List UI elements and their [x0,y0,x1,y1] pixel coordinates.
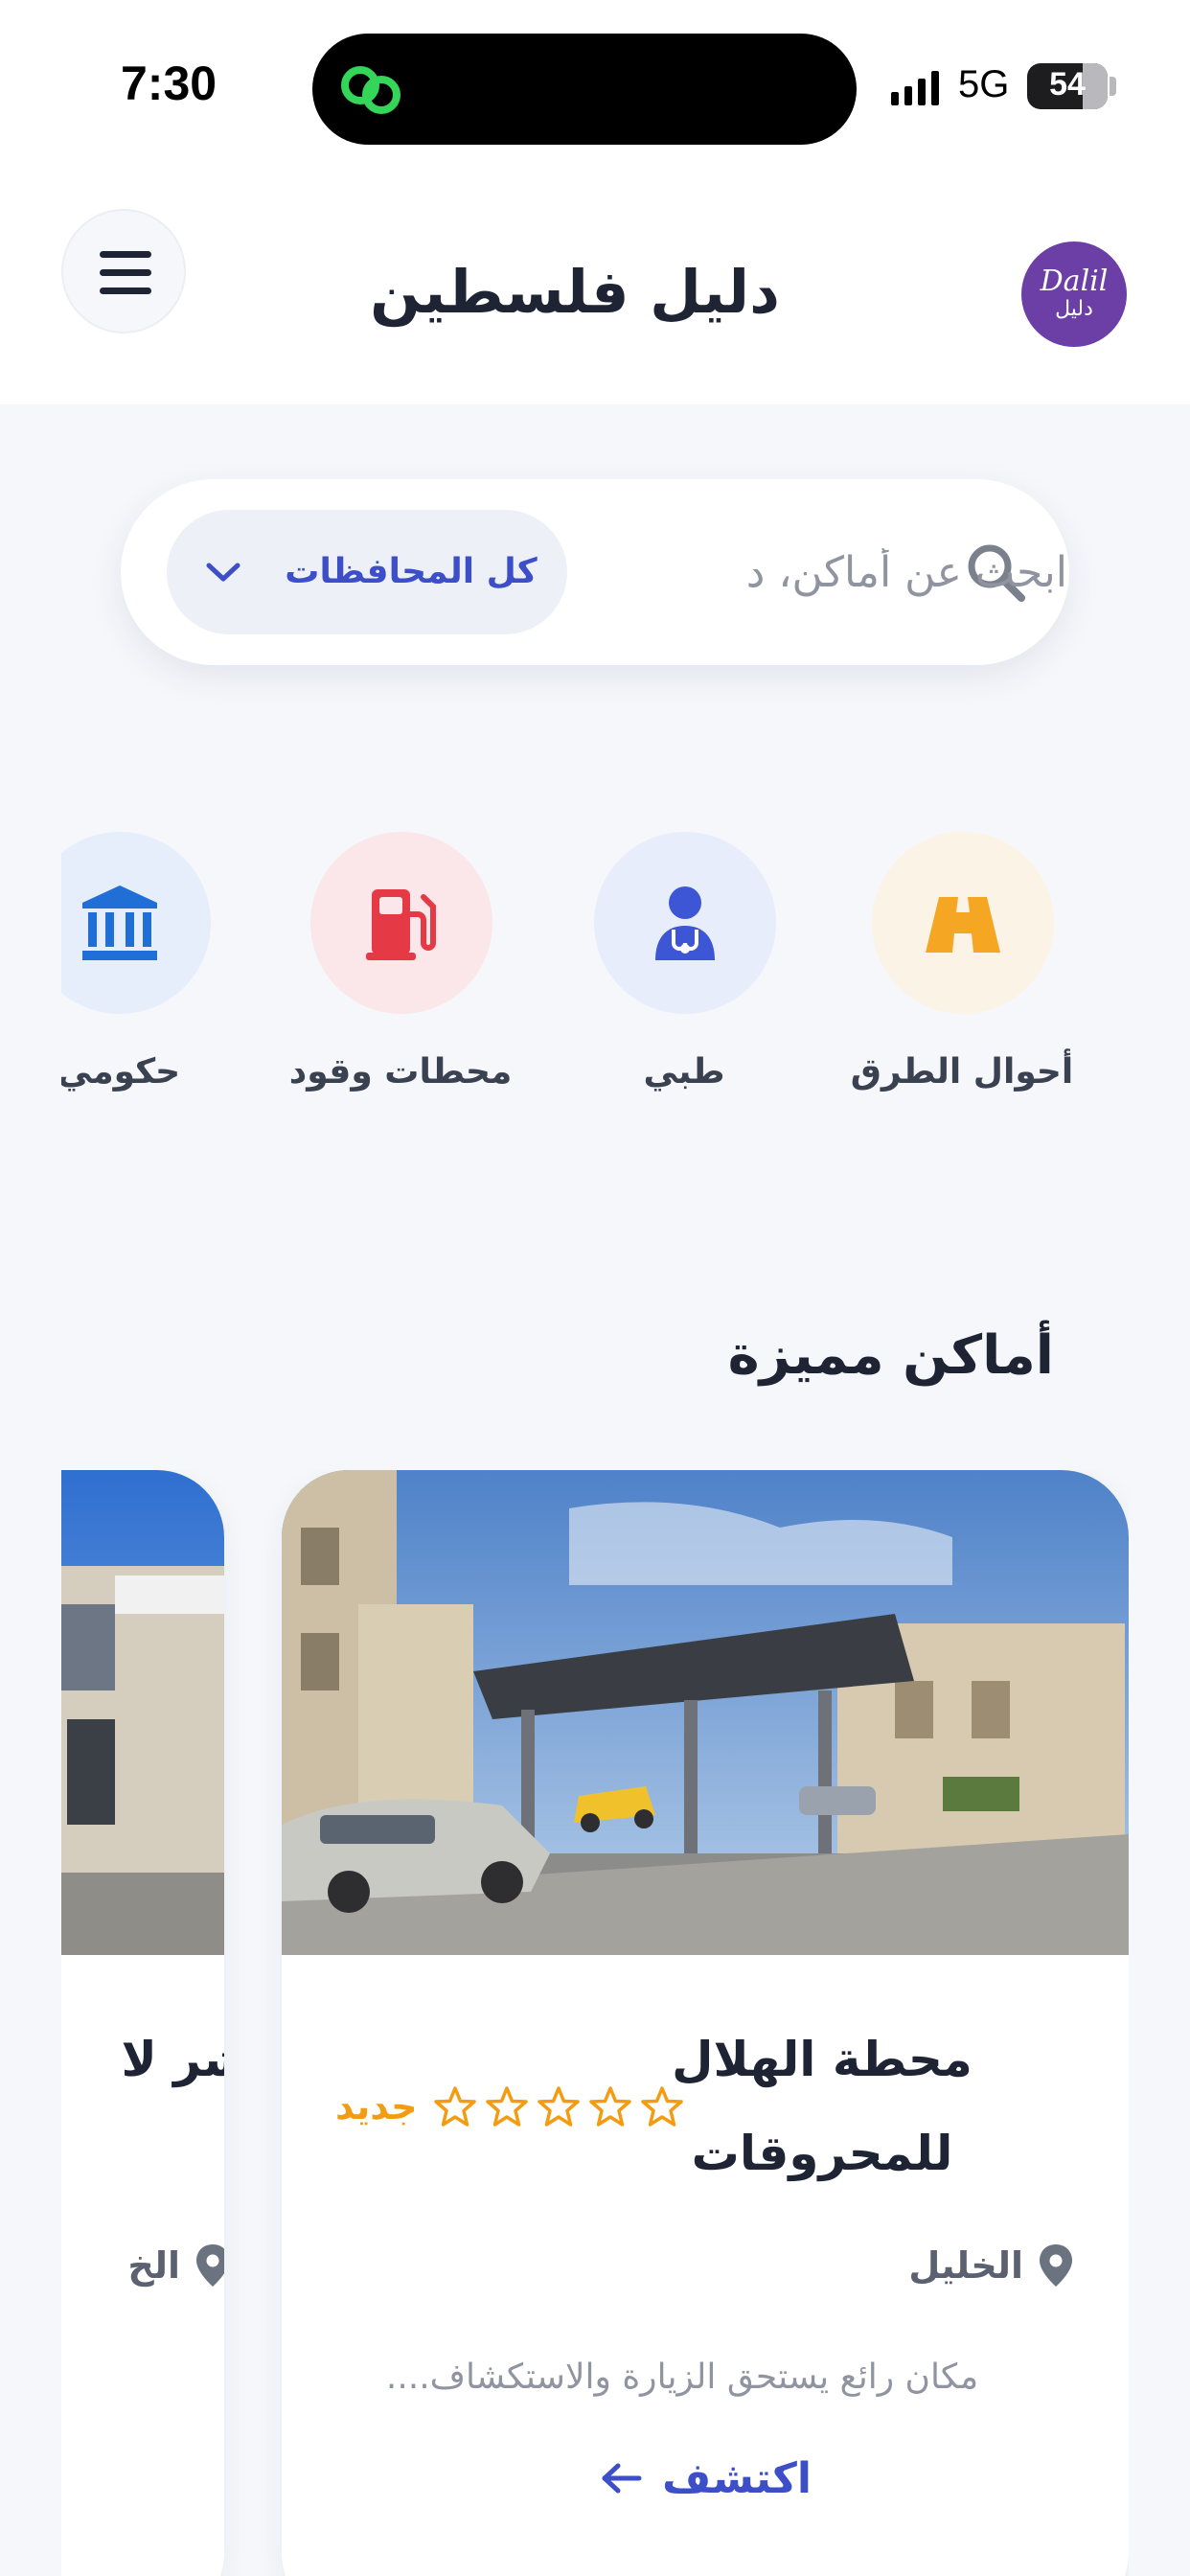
star-icon [588,2086,631,2127]
category-road-conditions[interactable]: أحوال الطرق [818,824,1106,1131]
category-icon-circle [310,832,492,1014]
category-government[interactable]: حكومي [61,824,263,1131]
government-building-icon [82,886,157,960]
star-icon [537,2086,580,2127]
category-medical[interactable]: طبي [540,824,828,1131]
category-icon-circle [61,832,211,1014]
section-title-featured: أماكن مميزة [727,1324,1054,1387]
star-icon [485,2086,528,2127]
category-icon-circle [594,832,776,1014]
place-location: الخليل [908,2239,1075,2292]
featured-carousel[interactable]: محطة الهلال للمحروقات جديد الخليل مكان ر… [61,1470,1129,2576]
governorate-select[interactable]: كل المحافظات [167,510,567,634]
star-icon [433,2086,476,2127]
fuel-pump-icon [366,889,436,960]
app-header: دليل فلسطين Dalil دليل [0,172,1190,404]
star-icon [640,2086,683,2127]
chevron-down-icon [206,563,240,582]
dynamic-island [312,34,857,145]
search-bar: كل المحافظات [121,479,1069,665]
search-input[interactable] [588,537,1067,608]
page-title: دليل فلسطين [370,257,780,327]
arrow-left-icon [602,2463,642,2494]
place-card[interactable]: شر لا الخ مك [61,1470,224,2576]
category-label: طبي [643,1052,725,1092]
place-photo [61,1470,224,1955]
place-title: شر لا [121,2032,224,2087]
category-label: حكومي [61,1052,181,1092]
explore-button[interactable]: اكتشف [569,2438,841,2518]
governorate-select-label: كل المحافظات [285,552,538,591]
app-logo[interactable]: Dalil دليل [1021,242,1127,347]
place-location: الخ [127,2239,224,2292]
place-card[interactable]: محطة الهلال للمحروقات جديد الخليل مكان ر… [282,1470,1129,2576]
signal-icon [891,71,939,105]
place-description: مكان رائع يستحق الزيارة والاستكشاف.... [385,2358,979,2397]
link-icon [341,66,400,114]
place-description: مك [61,2358,224,2397]
battery-icon: 54 [1027,63,1108,109]
road-icon [926,897,1000,953]
rating-label: جديد [335,2085,418,2128]
status-time: 7:30 [121,57,217,110]
doctor-icon [655,886,715,960]
location-text: الخ [127,2244,180,2287]
category-label: محطات وقود [288,1052,513,1092]
category-list: أحوال الطرق طبي محطات وقود حكومي [61,824,1129,1131]
rating: جديد [335,2078,688,2135]
category-label: أحوال الطرق [850,1052,1074,1092]
hamburger-icon [100,251,151,258]
network-type: 5G [958,63,1010,105]
explore-button-label: اكتشف [662,2453,812,2503]
location-text: الخليل [908,2244,1023,2287]
category-icon-circle [872,832,1054,1014]
place-photo [282,1470,1129,1955]
location-pin-icon [1040,2244,1072,2287]
battery-level: 54 [1049,66,1086,103]
menu-button[interactable] [61,209,186,334]
status-bar: 7:30 5G 54 [0,0,1190,172]
category-fuel-stations[interactable]: محطات وقود [257,824,544,1131]
location-pin-icon [196,2244,224,2287]
